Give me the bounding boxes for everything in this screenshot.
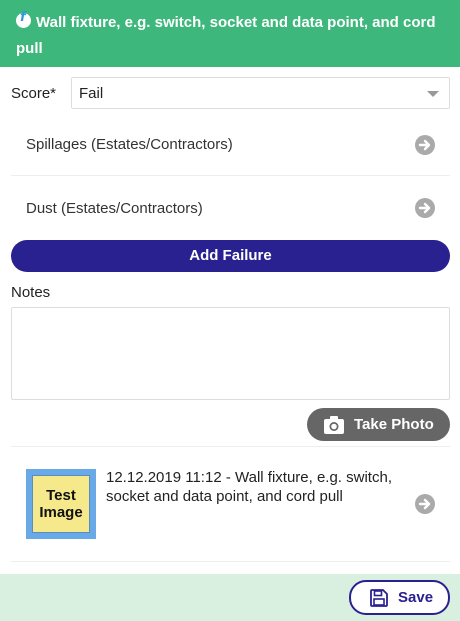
photo-thumbnail[interactable]: Test Image [26, 469, 96, 539]
failure-item[interactable]: Spillages (Estates/Contractors) [11, 114, 450, 176]
camera-icon [324, 415, 344, 434]
take-photo-label: Take Photo [354, 416, 434, 433]
score-label: Score* [11, 84, 57, 102]
failure-item[interactable]: Dust (Estates/Contractors) [11, 177, 450, 239]
chevron-down-icon [427, 91, 439, 97]
save-icon [370, 588, 388, 607]
page-title: Wall fixture, e.g. switch, socket and da… [16, 14, 436, 57]
score-value: Fail [79, 84, 104, 102]
chevron-right-icon [415, 198, 435, 218]
add-failure-button[interactable]: Add Failure [11, 240, 450, 272]
save-button[interactable]: Save [349, 580, 450, 615]
notes-label: Notes [11, 284, 51, 301]
thumbnail-text: Test Image [32, 475, 90, 533]
failure-item-label: Spillages (Estates/Contractors) [26, 136, 233, 153]
app-logo-icon [16, 10, 31, 28]
save-label: Save [398, 589, 434, 606]
score-select[interactable]: Fail [71, 77, 450, 109]
chevron-right-icon [415, 134, 435, 155]
page-header: Wall fixture, e.g. switch, socket and da… [0, 0, 460, 67]
score-row: Score* Fail [11, 77, 450, 109]
take-photo-button[interactable]: Take Photo [307, 408, 450, 441]
divider [11, 446, 450, 447]
chevron-right-icon[interactable] [415, 494, 435, 514]
notes-field[interactable] [11, 307, 450, 400]
photo-caption[interactable]: 12.12.2019 11:12 - Wall fixture, e.g. sw… [106, 468, 406, 506]
divider [11, 561, 450, 562]
failure-item-label: Dust (Estates/Contractors) [26, 199, 203, 217]
